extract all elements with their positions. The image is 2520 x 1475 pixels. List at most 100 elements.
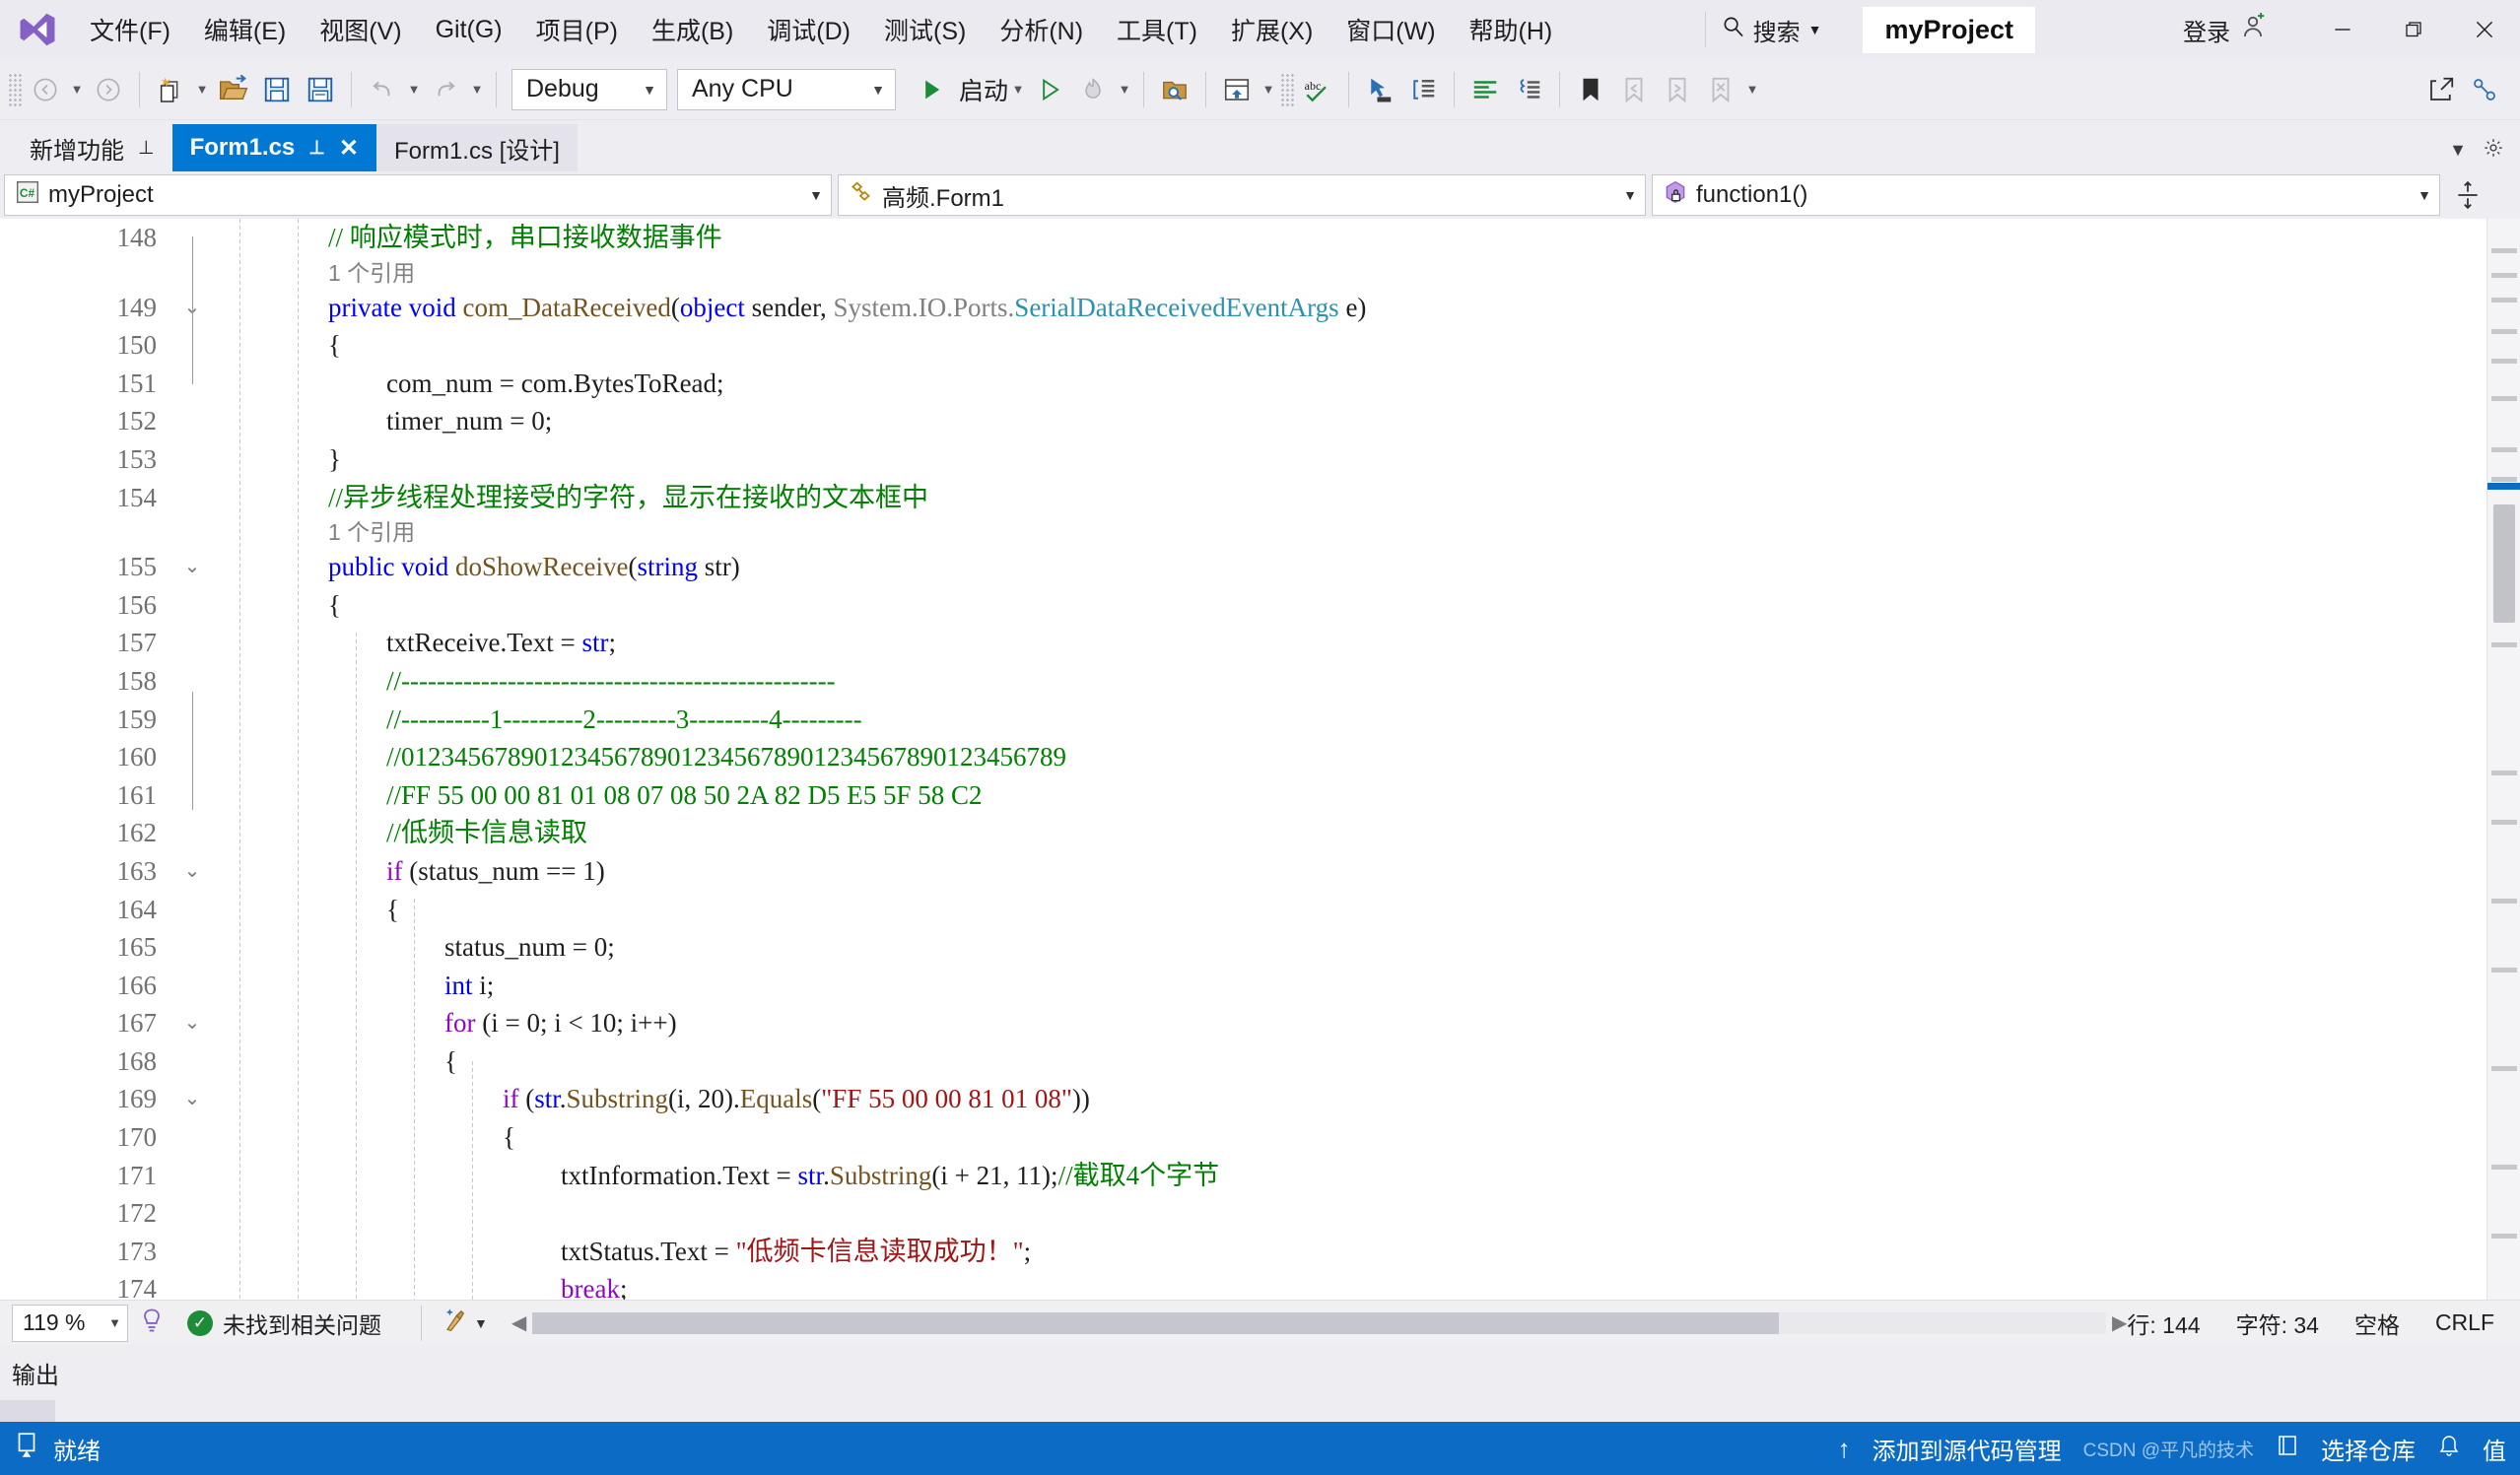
code-line[interactable]: break;: [212, 1270, 2486, 1300]
scroll-left-arrow-icon[interactable]: ◀: [511, 1310, 526, 1335]
code-line[interactable]: }: [212, 440, 2486, 479]
line-indicator[interactable]: 行: 144: [2127, 1307, 2200, 1340]
output-mini-tab[interactable]: [0, 1400, 55, 1422]
code-line[interactable]: {: [212, 586, 2486, 625]
undo-dropdown[interactable]: ▼: [404, 68, 424, 111]
collapse-region-icon[interactable]: ⌄: [172, 548, 212, 586]
code-line[interactable]: if (status_num == 1): [212, 852, 2486, 891]
minimize-button[interactable]: [2307, 1, 2378, 58]
code-line[interactable]: [212, 1194, 2486, 1233]
toggle-bookmark-icon[interactable]: [1569, 68, 1612, 111]
notifications-icon[interactable]: [2437, 1433, 2461, 1465]
code-line[interactable]: timer_num = 0;: [212, 402, 2486, 440]
code-lines[interactable]: // 响应模式时，串口接收数据事件 1 个引用 private void com_D…: [212, 219, 2486, 1300]
member-dropdown[interactable]: function1() ▼: [1652, 174, 2440, 216]
code-line[interactable]: //低频卡信息读取: [212, 814, 2486, 852]
code-line[interactable]: private void com_DataReceived(object sen…: [212, 289, 2486, 327]
upload-arrow-icon[interactable]: ↑: [1838, 1434, 1851, 1464]
save-all-icon[interactable]: [299, 68, 342, 111]
code-line[interactable]: txtStatus.Text = "低频卡信息读取成功！";: [212, 1233, 2486, 1271]
code-line[interactable]: txtInformation.Text = str.Substring(i + …: [212, 1157, 2486, 1195]
code-line[interactable]: {: [212, 891, 2486, 929]
menu-test[interactable]: 测试(S): [867, 6, 983, 53]
close-icon[interactable]: ✕: [339, 134, 359, 163]
undo-icon[interactable]: [361, 68, 404, 111]
collapse-region-icon[interactable]: ⌄: [172, 852, 212, 891]
redo-icon[interactable]: [424, 68, 467, 111]
indentation-indicator[interactable]: 空格: [2354, 1307, 2400, 1340]
split-editor-icon[interactable]: [2446, 180, 2489, 210]
intellicode-icon[interactable]: [138, 1307, 166, 1340]
code-line[interactable]: //----------1---------2---------3-------…: [212, 701, 2486, 739]
menu-project[interactable]: 项目(P): [519, 6, 635, 53]
repository-label[interactable]: 选择仓库: [2321, 1432, 2416, 1466]
menu-help[interactable]: 帮助(H): [1453, 6, 1570, 53]
solution-explorer-icon[interactable]: [1215, 68, 1259, 111]
collapse-region-icon[interactable]: ⌄: [172, 1004, 212, 1042]
toolbar-grip[interactable]: [8, 72, 24, 106]
navigate-forward-icon[interactable]: [87, 68, 130, 111]
code-line[interactable]: {: [212, 1042, 2486, 1081]
horizontal-scrollbar[interactable]: [532, 1311, 2107, 1334]
share-icon[interactable]: [2419, 68, 2463, 111]
menu-file[interactable]: 文件(F): [73, 6, 187, 53]
code-line[interactable]: //01234567890123456789012345678901234567…: [212, 738, 2486, 776]
close-button[interactable]: [2449, 1, 2520, 58]
tab-new-features[interactable]: 新增功能 ⊥: [12, 124, 172, 171]
navigate-back-dropdown[interactable]: ▼: [67, 68, 87, 111]
toolbar-overflow-button[interactable]: ▼: [1742, 68, 1762, 111]
menu-tools[interactable]: 工具(T): [1100, 6, 1214, 53]
open-file-icon[interactable]: [212, 68, 255, 111]
source-control-label[interactable]: 添加到源代码管理: [1873, 1432, 2062, 1466]
code-line[interactable]: //FF 55 00 00 81 01 08 07 08 50 2A 82 D5…: [212, 776, 2486, 815]
menu-edit[interactable]: 编辑(E): [187, 6, 303, 53]
collapse-region-icon[interactable]: ⌄: [172, 1080, 212, 1118]
menu-analyze[interactable]: 分析(N): [983, 6, 1100, 53]
code-line[interactable]: public void doShowReceive(string str): [212, 548, 2486, 586]
code-line[interactable]: for (i = 0; i < 10; i++): [212, 1004, 2486, 1042]
project-dropdown[interactable]: C# myProject ▼: [4, 174, 832, 216]
menu-build[interactable]: 生成(B): [635, 6, 750, 53]
code-line[interactable]: //--------------------------------------…: [212, 662, 2486, 701]
vertical-scrollbar[interactable]: [2486, 219, 2520, 1300]
start-without-debug-icon[interactable]: [1028, 68, 1071, 111]
menu-view[interactable]: 视图(V): [303, 6, 418, 53]
repository-icon[interactable]: [2276, 1434, 2299, 1464]
increase-indent-icon[interactable]: [1464, 68, 1507, 111]
menu-window[interactable]: 窗口(W): [1329, 6, 1452, 53]
decrease-indent-icon[interactable]: [1507, 68, 1550, 111]
tab-form1-designer[interactable]: Form1.cs [设计]: [375, 124, 578, 171]
sign-in-button[interactable]: 登录: [2183, 12, 2268, 48]
line-ending-indicator[interactable]: CRLF: [2435, 1309, 2494, 1336]
code-line[interactable]: status_num = 0;: [212, 928, 2486, 967]
code-line[interactable]: txtReceive.Text = str;: [212, 624, 2486, 662]
solution-explorer-dropdown[interactable]: ▼: [1259, 68, 1278, 111]
code-line[interactable]: if (str.Substring(i, 20).Equals("FF 55 0…: [212, 1080, 2486, 1118]
chevron-down-icon[interactable]: ▼: [1808, 22, 1822, 37]
tab-list-dropdown-icon[interactable]: ▼: [2449, 140, 2467, 161]
code-text-area[interactable]: // 响应模式时，串口接收数据事件 1 个引用 private void com_D…: [212, 219, 2486, 1300]
menu-extensions[interactable]: 扩展(X): [1214, 6, 1329, 53]
start-label[interactable]: 启动: [959, 72, 1008, 107]
previous-bookmark-icon[interactable]: [1612, 68, 1656, 111]
issues-status[interactable]: ✓ 未找到相关问题: [187, 1307, 381, 1340]
hot-reload-icon[interactable]: [1071, 68, 1115, 111]
code-cleanup-dropdown[interactable]: ▼: [474, 1315, 488, 1331]
tab-settings-gear-icon[interactable]: [2483, 137, 2504, 164]
new-project-dropdown[interactable]: ▼: [192, 68, 212, 111]
platform-combo[interactable]: Any CPU ▼: [677, 68, 896, 110]
find-in-files-icon[interactable]: [1153, 68, 1196, 111]
restore-button[interactable]: [2378, 1, 2449, 58]
code-line[interactable]: com_num = com.BytesToRead;: [212, 365, 2486, 403]
menu-git[interactable]: Git(G): [419, 10, 519, 50]
code-line[interactable]: {: [212, 1118, 2486, 1157]
new-project-icon[interactable]: [149, 68, 192, 111]
menu-debug[interactable]: 调试(D): [750, 6, 867, 53]
live-share-icon[interactable]: [2463, 68, 2506, 111]
toolbar-grip[interactable]: [1280, 72, 1297, 106]
code-editor[interactable]: 148 149 150 151 152 153 154 155 156 157 158 159 160 1…: [0, 219, 2520, 1300]
configuration-combo[interactable]: Debug ▼: [511, 68, 667, 110]
code-line[interactable]: //异步线程处理接受的字符，显示在接收的文本框中: [212, 479, 2486, 517]
step-into-icon[interactable]: [1358, 68, 1401, 111]
clear-bookmarks-icon[interactable]: [1699, 68, 1742, 111]
